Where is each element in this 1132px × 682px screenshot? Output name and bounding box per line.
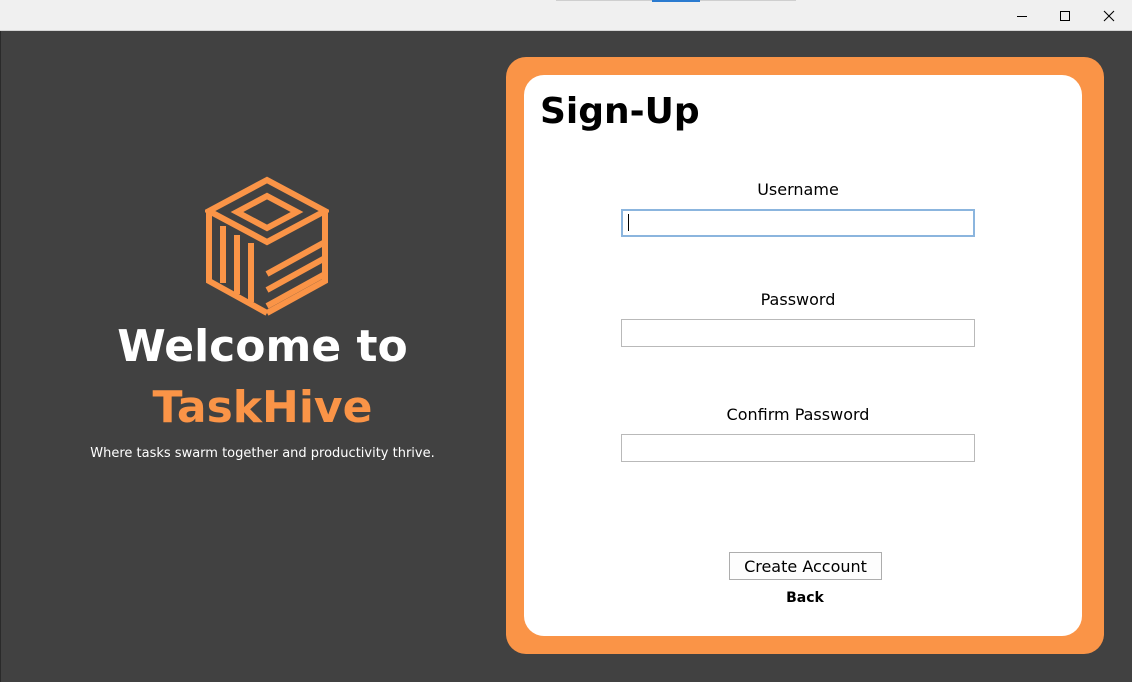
close-button[interactable] xyxy=(1087,0,1131,31)
close-icon xyxy=(1103,10,1115,21)
title-bar-focus-indicator xyxy=(652,0,700,2)
create-account-button[interactable]: Create Account xyxy=(729,552,882,580)
taskhive-cube-logo-icon xyxy=(205,176,329,316)
minimize-button[interactable] xyxy=(1000,0,1044,31)
back-link[interactable]: Back xyxy=(765,588,845,608)
password-label: Password xyxy=(760,290,836,309)
window-title-bar xyxy=(0,0,1132,31)
minimize-icon xyxy=(1017,15,1027,17)
brand-name: TaskHive xyxy=(152,382,373,433)
maximize-icon xyxy=(1060,10,1070,21)
username-label: Username xyxy=(757,180,839,199)
window-border xyxy=(0,31,1,682)
text-caret xyxy=(628,214,629,231)
confirm-password-input[interactable] xyxy=(621,434,975,462)
page-title: Sign-Up xyxy=(540,91,700,132)
confirm-password-label: Confirm Password xyxy=(726,405,870,424)
tagline: Where tasks swarm together and productiv… xyxy=(90,446,435,461)
maximize-button[interactable] xyxy=(1043,0,1087,31)
password-input[interactable] xyxy=(621,319,975,347)
welcome-heading: Welcome to xyxy=(117,321,408,372)
username-input[interactable] xyxy=(621,209,975,237)
